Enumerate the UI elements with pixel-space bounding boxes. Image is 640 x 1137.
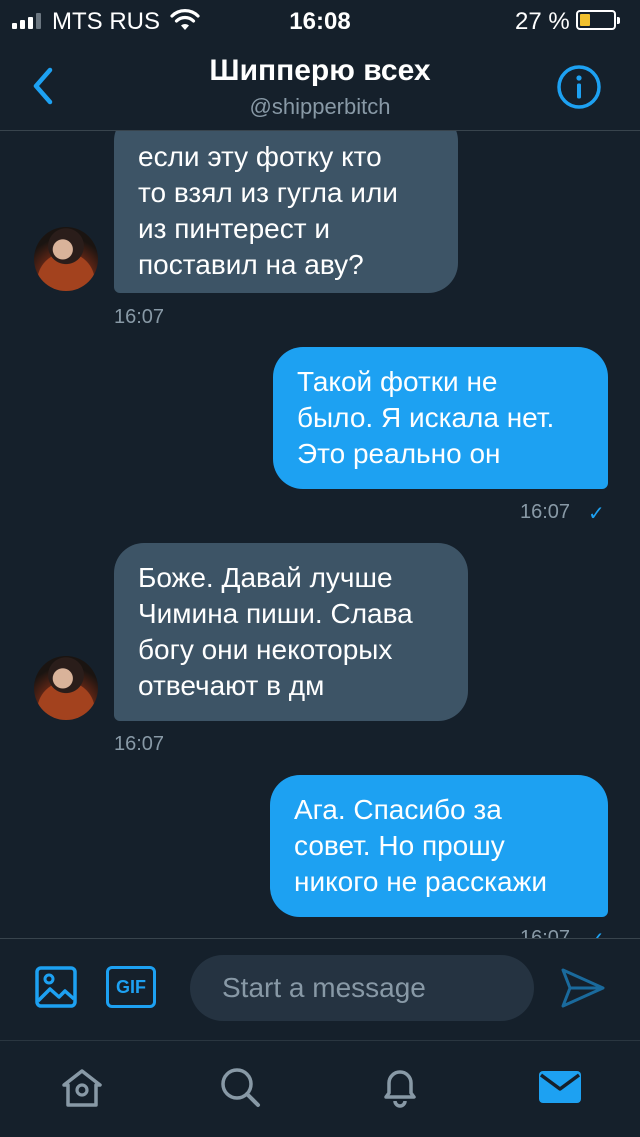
message-line: Такой фотки не xyxy=(297,366,498,397)
message-line: Чимина пиши. Слава xyxy=(138,598,413,629)
message-line: то взял из гугла или xyxy=(138,177,398,208)
message-time: 16:07 xyxy=(114,306,165,328)
message-line: богу они некоторых xyxy=(138,634,393,665)
info-icon[interactable] xyxy=(556,64,602,110)
message-line: никого не расскажи xyxy=(294,866,547,897)
message-line: было. Я искала нет. xyxy=(297,402,555,433)
message-line: поставил на аву? xyxy=(138,249,364,280)
message-line: Ага. Спасибо за xyxy=(294,794,502,825)
message-time: 16:07 xyxy=(114,733,165,755)
battery-icon xyxy=(576,10,620,30)
message-line: совет. Но прошу xyxy=(294,830,505,861)
sent-check-icon: ✓ xyxy=(588,927,605,938)
image-icon[interactable] xyxy=(34,965,78,1009)
conversation-header: Шипперю всех @shipperbitch xyxy=(0,40,640,131)
message-bubble-incoming[interactable]: Боже. Давай лучше Чимина пиши. Слава бог… xyxy=(114,543,468,721)
message-composer: GIF xyxy=(0,938,640,1041)
message-time: 16:07 xyxy=(520,927,571,938)
message-line: Это реально он xyxy=(297,438,501,469)
battery-percent: 27 % xyxy=(515,8,570,35)
message-bubble-outgoing[interactable]: Такой фотки не было. Я искала нет. Это р… xyxy=(273,347,608,489)
message-bubble-incoming[interactable]: если эту фотку кто то взял из гугла или … xyxy=(114,131,458,293)
avatar[interactable] xyxy=(34,656,98,720)
notifications-icon[interactable] xyxy=(376,1063,424,1111)
message-line: Боже. Давай лучше xyxy=(138,562,393,593)
gif-button[interactable]: GIF xyxy=(106,966,156,1008)
message-input[interactable] xyxy=(190,955,534,1021)
send-icon[interactable] xyxy=(560,967,606,1009)
message-list[interactable]: если эту фотку кто то взял из гугла или … xyxy=(0,131,640,938)
conversation-title: Шипперю всех xyxy=(209,54,431,87)
messages-icon[interactable] xyxy=(536,1063,584,1111)
tab-bar xyxy=(0,1040,640,1137)
search-icon[interactable] xyxy=(216,1063,264,1111)
avatar[interactable] xyxy=(34,227,98,291)
sent-check-icon: ✓ xyxy=(588,503,605,525)
conversation-handle: @shipperbitch xyxy=(249,94,391,119)
message-line: отвечают в дм xyxy=(138,670,325,701)
home-icon[interactable] xyxy=(58,1063,106,1111)
message-line: если эту фотку кто xyxy=(138,141,382,172)
message-line: из пинтерест и xyxy=(138,213,330,244)
message-bubble-outgoing[interactable]: Ага. Спасибо за совет. Но прошу никого н… xyxy=(270,775,608,917)
status-bar: MTS RUS 16:08 27 % xyxy=(0,0,640,40)
message-time: 16:07 xyxy=(520,501,571,523)
